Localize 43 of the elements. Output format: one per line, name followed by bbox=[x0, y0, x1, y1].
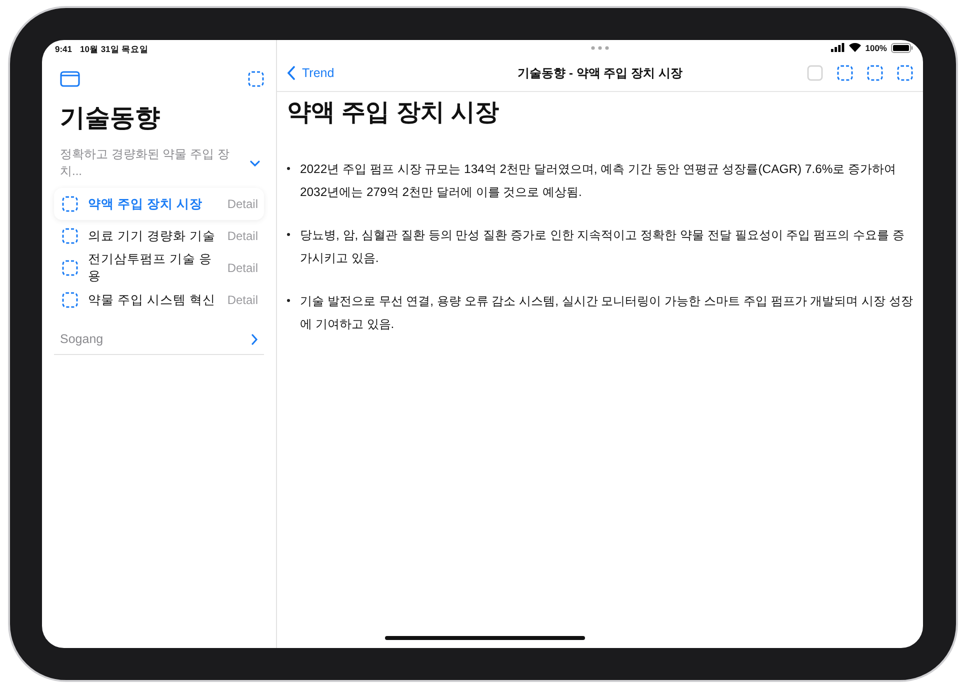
item-detail: Detail bbox=[227, 261, 258, 275]
signal-icon bbox=[831, 43, 846, 52]
bullet-icon bbox=[287, 299, 290, 302]
sidebar-item[interactable]: 전기삼투펌프 기술 응용 Detail bbox=[54, 252, 264, 284]
item-label: 약액 주입 장치 시장 bbox=[88, 196, 204, 212]
item-label: 의료 기기 경량화 기술 bbox=[88, 228, 216, 244]
status-date: 10월 31일 목요일 bbox=[80, 44, 149, 55]
item-label: 전기삼투펌프 기술 응용 bbox=[88, 251, 213, 285]
chevron-down-icon[interactable] bbox=[250, 160, 260, 166]
item-detail: Detail bbox=[227, 197, 258, 211]
battery-percent: 100% bbox=[865, 42, 887, 52]
bullet-text: 2022년 주입 펌프 시장 규모는 134억 2천만 달러였으며, 예측 기간 동안 연평균 성장률(CAGR) 7.6%로 증가하여 2032년에는 279억 2천만 달러에 이를 것으로 예상됨. bbox=[300, 161, 898, 201]
placeholder-icon[interactable] bbox=[837, 65, 853, 81]
placeholder-icon bbox=[62, 196, 78, 212]
bullet-text: 기술 발전으로 무선 연결, 용량 오류 감소 시스템, 실시간 모니터링이 가능한 스마트 주입 펌프가 개발되며 시장 성장에 기여하고 있음. bbox=[300, 293, 913, 333]
item-detail: Detail bbox=[227, 293, 258, 307]
back-button[interactable]: Trend bbox=[287, 66, 447, 80]
bullet-text: 당뇨병, 암, 심혈관 질환 등의 만성 질환 증가로 인한 지속적이고 정확한 약물 전달 필요성이 주입 펌프의 수요를 증가시키고 있음. bbox=[300, 227, 906, 267]
section-label: Sogang bbox=[60, 332, 104, 346]
nav-title: 기술동향 - 약액 주입 장치 시장 bbox=[516, 64, 684, 82]
sidebar-item[interactable]: 의료 기기 경량화 기술 Detail bbox=[54, 220, 264, 252]
sidebar-item[interactable]: 약물 주입 시스템 혁신 Detail bbox=[54, 284, 264, 316]
item-label: 약물 주입 시스템 혁신 bbox=[88, 292, 216, 308]
placeholder-icon[interactable] bbox=[248, 71, 264, 87]
status-time: 9:41 bbox=[55, 44, 72, 55]
battery-icon bbox=[891, 42, 913, 52]
bullet-icon bbox=[287, 167, 290, 170]
placeholder-icon bbox=[62, 228, 78, 244]
bullet-icon bbox=[287, 233, 290, 236]
sidebar-title: 기술동향 bbox=[60, 103, 161, 134]
wifi-icon bbox=[849, 43, 862, 52]
placeholder-icon[interactable] bbox=[867, 65, 883, 81]
page-heading: 약액 주입 장치 시장 bbox=[287, 98, 500, 128]
multitask-dots-icon[interactable] bbox=[590, 46, 610, 50]
placeholder-icon[interactable] bbox=[897, 65, 913, 81]
placeholder-icon bbox=[62, 260, 78, 276]
chevron-left-icon bbox=[287, 66, 295, 80]
sidebar-subtitle: 정확하고 경량화된 약물 주입 장치... bbox=[60, 146, 230, 180]
sidebar-toggle-icon[interactable] bbox=[60, 71, 80, 87]
sidebar-item[interactable]: 약액 주입 장치 시장 Detail bbox=[54, 188, 264, 220]
item-detail: Detail bbox=[227, 229, 258, 243]
chevron-right-icon bbox=[251, 334, 258, 344]
placeholder-icon bbox=[62, 292, 78, 308]
